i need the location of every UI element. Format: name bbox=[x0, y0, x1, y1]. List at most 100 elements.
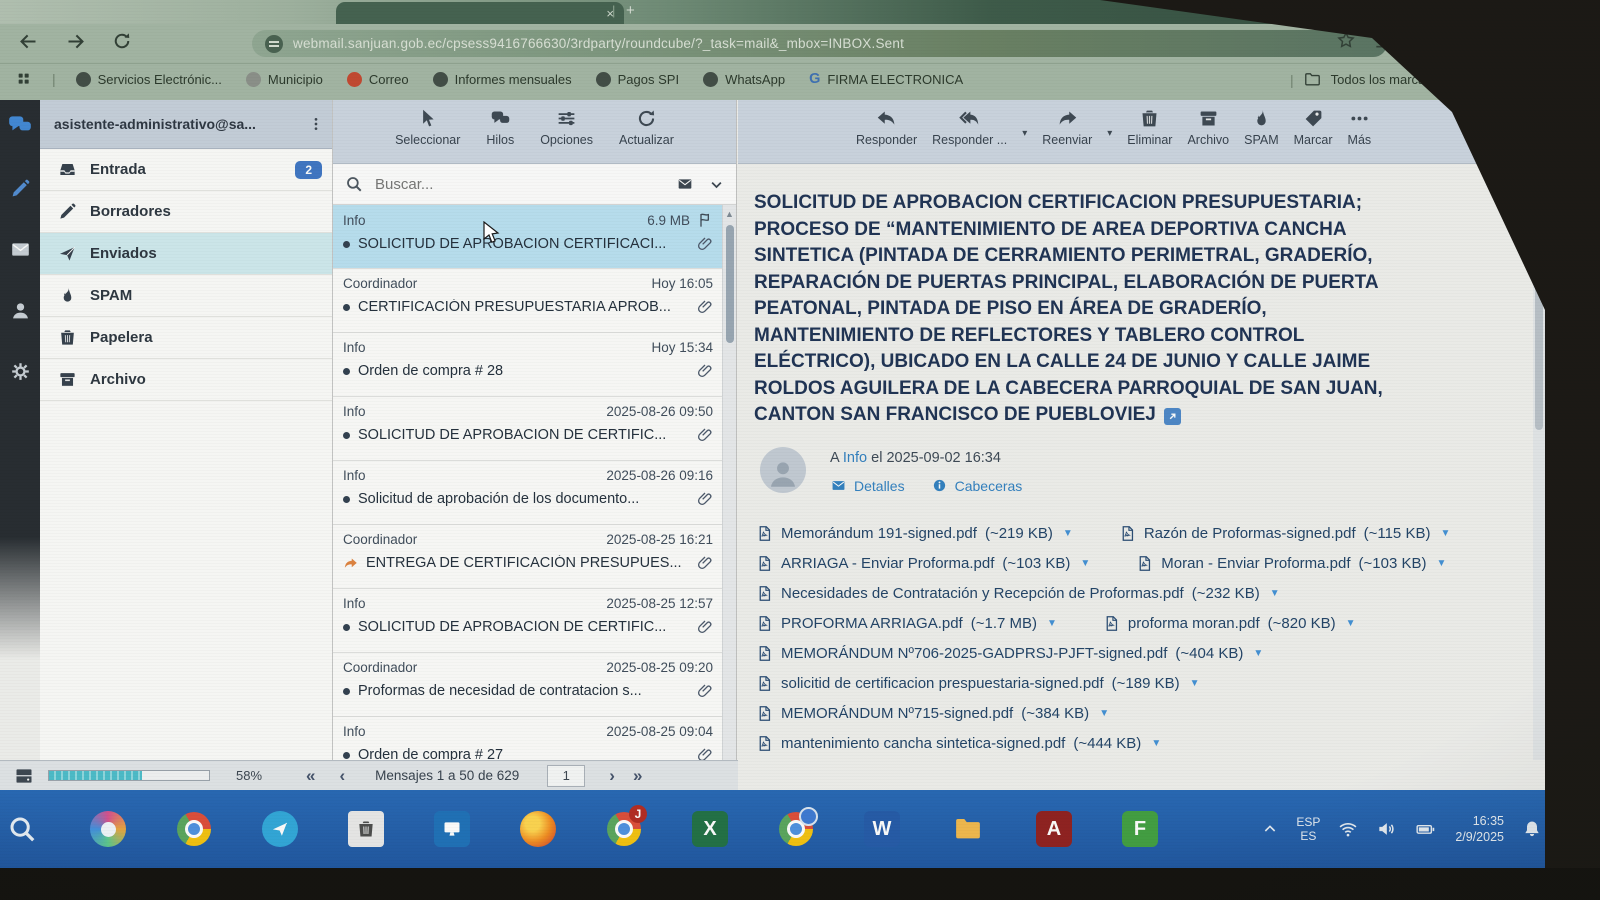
dropdown-caret-icon[interactable]: ▾ bbox=[1022, 128, 1027, 163]
scroll-up-icon[interactable]: ▲ bbox=[723, 205, 736, 219]
bookmark-correo[interactable]: Correo bbox=[347, 72, 409, 87]
message-row[interactable]: Coordinador2025-08-25 09:20Proformas de … bbox=[333, 653, 723, 717]
search-options-chevron-down-icon[interactable] bbox=[709, 177, 724, 192]
dropdown-caret-icon[interactable]: ▾ bbox=[1107, 128, 1112, 163]
attachment-dropdown-caret-icon[interactable]: ▼ bbox=[1440, 528, 1450, 539]
attachment-item[interactable]: solicitid de certificacion prespuestaria… bbox=[756, 674, 1200, 693]
hilos-button[interactable]: Hilos bbox=[486, 108, 514, 163]
recipient-link[interactable]: Info bbox=[843, 450, 867, 466]
message-row[interactable]: CoordinadorHoy 16:05CERTIFICACIÓN PRESUP… bbox=[333, 269, 723, 333]
external-link-icon[interactable] bbox=[1164, 408, 1181, 425]
message-row[interactable]: Info6.9 MBSOLICITUD DE APROBACION CERTIF… bbox=[333, 205, 723, 269]
attachment-dropdown-caret-icon[interactable]: ▼ bbox=[1080, 558, 1090, 569]
message-row[interactable]: Coordinador2025-08-25 16:21ENTREGA DE CE… bbox=[333, 525, 723, 589]
responder--button[interactable]: Responder ... bbox=[932, 108, 1007, 163]
attachment-dropdown-caret-icon[interactable]: ▼ bbox=[1437, 558, 1447, 569]
attachment-dropdown-caret-icon[interactable]: ▼ bbox=[1099, 708, 1109, 719]
bookmark-pagos-spi[interactable]: Pagos SPI bbox=[596, 72, 679, 87]
battery-icon[interactable] bbox=[1414, 819, 1437, 839]
message-row[interactable]: Info2025-08-25 12:57SOLICITUD DE APROBAC… bbox=[333, 589, 723, 653]
reload-icon[interactable] bbox=[112, 31, 132, 51]
attachment-item[interactable]: MEMORÁNDUM Nº706-2025-GADPRSJ-PJFT-signe… bbox=[756, 644, 1263, 663]
page-number-input[interactable]: 1 bbox=[547, 765, 585, 787]
attachment-item[interactable]: Moran - Enviar Proforma.pdf(~103 KB)▼ bbox=[1136, 554, 1446, 573]
message-row[interactable]: InfoHoy 15:34Orden de compra # 28 bbox=[333, 333, 723, 397]
fsc-app-taskbar-icon[interactable]: F bbox=[1122, 811, 1158, 847]
settings-icon[interactable] bbox=[10, 361, 31, 382]
url-bar[interactable]: webmail.sanjuan.gob.ec/cpsess9416766630/… bbox=[252, 30, 1387, 57]
bookmark-servicios-electr-nic-[interactable]: Servicios Electrónic... bbox=[76, 72, 222, 87]
attachment-dropdown-caret-icon[interactable]: ▼ bbox=[1346, 618, 1356, 629]
sidebar-item-papelera[interactable]: Papelera bbox=[40, 317, 332, 359]
attachment-item[interactable]: Necesidades de Contratación y Recepción … bbox=[756, 584, 1280, 603]
seleccionar-button[interactable]: Seleccionar bbox=[395, 108, 460, 163]
word-taskbar-icon[interactable]: W bbox=[864, 811, 900, 847]
new-tab-button[interactable]: + bbox=[626, 2, 635, 19]
sidebar-item-enviados[interactable]: Enviados bbox=[40, 233, 332, 275]
search-scope-envelope-icon[interactable] bbox=[675, 176, 695, 192]
bookmark-whatsapp[interactable]: WhatsApp bbox=[703, 72, 785, 87]
attachment-dropdown-caret-icon[interactable]: ▼ bbox=[1190, 678, 1200, 689]
view-scrollbar[interactable] bbox=[1533, 240, 1545, 760]
archivo-button[interactable]: Archivo bbox=[1187, 108, 1229, 163]
sidebar-item-archivo[interactable]: Archivo bbox=[40, 359, 332, 401]
volume-icon[interactable] bbox=[1376, 819, 1396, 839]
attachment-item[interactable]: MEMORÁNDUM Nº715-signed.pdf(~384 KB)▼ bbox=[756, 704, 1109, 723]
remote-desktop-taskbar-icon[interactable] bbox=[434, 811, 470, 847]
sidebar-item-entrada[interactable]: Entrada2 bbox=[40, 149, 332, 191]
forward-icon[interactable] bbox=[65, 31, 86, 52]
next-page-button[interactable]: › bbox=[609, 766, 615, 786]
back-icon[interactable] bbox=[18, 31, 39, 52]
sidebar-item-borradores[interactable]: Borradores bbox=[40, 191, 332, 233]
prev-page-button[interactable]: ‹ bbox=[340, 766, 346, 786]
copilot-taskbar-icon[interactable] bbox=[90, 811, 126, 847]
message-row[interactable]: Info2025-08-26 09:16Solicitud de aprobac… bbox=[333, 461, 723, 525]
actualizar-button[interactable]: Actualizar bbox=[619, 108, 674, 163]
recycle-bin-taskbar-icon[interactable] bbox=[348, 811, 384, 847]
reenviar-button[interactable]: Reenviar bbox=[1042, 108, 1092, 163]
tray-chevron-up-icon[interactable] bbox=[1262, 821, 1278, 837]
first-page-button[interactable]: « bbox=[306, 766, 315, 786]
spam-button[interactable]: SPAM bbox=[1244, 108, 1279, 163]
clock[interactable]: 16:35 2/9/2025 bbox=[1455, 813, 1504, 845]
attachment-dropdown-caret-icon[interactable]: ▼ bbox=[1063, 528, 1073, 539]
contacts-icon[interactable] bbox=[10, 300, 31, 321]
attachment-dropdown-caret-icon[interactable]: ▼ bbox=[1270, 588, 1280, 599]
marcar-button[interactable]: Marcar bbox=[1294, 108, 1333, 163]
attachment-dropdown-caret-icon[interactable]: ▼ bbox=[1253, 648, 1263, 659]
attachment-item[interactable]: Memorándum 191-signed.pdf(~219 KB)▼ bbox=[756, 524, 1073, 543]
acrobat-taskbar-icon[interactable]: A bbox=[1036, 811, 1072, 847]
wifi-icon[interactable] bbox=[1338, 819, 1358, 839]
eliminar-button[interactable]: Eliminar bbox=[1127, 108, 1172, 163]
account-menu-kebab-icon[interactable] bbox=[308, 116, 324, 132]
excel-taskbar-icon[interactable]: X bbox=[692, 811, 728, 847]
attachment-item[interactable]: Razón de Proformas-signed.pdf(~115 KB)▼ bbox=[1119, 524, 1451, 543]
apps-grid-icon[interactable] bbox=[16, 71, 32, 87]
cabeceras-button[interactable]: Cabeceras bbox=[931, 478, 1023, 494]
account-header[interactable]: asistente-administrativo@sa... bbox=[40, 100, 332, 149]
mail-icon[interactable] bbox=[10, 239, 31, 260]
attachment-item[interactable]: PROFORMA ARRIAGA.pdf(~1.7 MB)▼ bbox=[756, 614, 1057, 633]
language-indicator[interactable]: ESP ES bbox=[1296, 815, 1320, 843]
attachment-item[interactable]: mantenimiento cancha sintetica-signed.pd… bbox=[756, 734, 1161, 753]
detalles-button[interactable]: Detalles bbox=[830, 478, 905, 494]
browser-tab[interactable]: × bbox=[336, 2, 624, 24]
last-page-button[interactable]: » bbox=[633, 766, 642, 786]
bookmark-firma-electronica[interactable]: GFIRMA ELECTRONICA bbox=[809, 71, 963, 87]
opciones-button[interactable]: Opciones bbox=[540, 108, 593, 163]
message-row[interactable]: Info2025-08-25 09:04Orden de compra # 27 bbox=[333, 717, 723, 760]
bookmark-informes-mensuales[interactable]: Informes mensuales bbox=[433, 72, 572, 87]
compose-icon[interactable] bbox=[10, 178, 31, 199]
m-s-button[interactable]: Más bbox=[1348, 108, 1372, 163]
flag-icon[interactable] bbox=[697, 212, 713, 228]
attachment-item[interactable]: proforma moran.pdf(~820 KB)▼ bbox=[1103, 614, 1356, 633]
attachment-dropdown-caret-icon[interactable]: ▼ bbox=[1047, 618, 1057, 629]
search-taskbar-icon[interactable] bbox=[4, 811, 40, 847]
message-row[interactable]: Info2025-08-26 09:50SOLICITUD DE APROBAC… bbox=[333, 397, 723, 461]
chrome-profile-j-taskbar-icon[interactable]: J bbox=[606, 811, 642, 847]
attachment-dropdown-caret-icon[interactable]: ▼ bbox=[1151, 738, 1161, 749]
chrome-profile-2-taskbar-icon[interactable] bbox=[778, 811, 814, 847]
attachment-item[interactable]: ARRIAGA - Enviar Proforma.pdf(~103 KB)▼ bbox=[756, 554, 1090, 573]
scrollbar-thumb[interactable] bbox=[726, 225, 734, 343]
notifications-bell-icon[interactable] bbox=[1522, 819, 1542, 839]
